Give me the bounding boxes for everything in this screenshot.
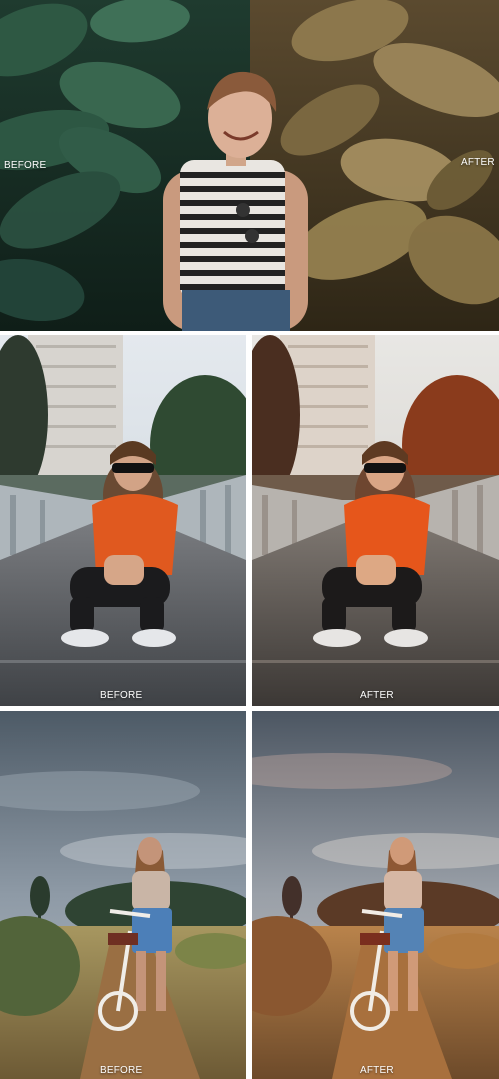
after-label: AFTER [360, 690, 394, 701]
comparison-photo-woman-street-after: AFTER [252, 335, 499, 706]
before-label: BEFORE [4, 160, 47, 171]
before-label: BEFORE [100, 1065, 143, 1076]
woman-street-before-image [0, 335, 246, 706]
comparison-photo-woman-plants: BEFORE AFTER [0, 0, 499, 331]
woman-plants-image [0, 0, 499, 331]
after-label: AFTER [360, 1065, 394, 1076]
before-label: BEFORE [100, 690, 143, 701]
comparison-photo-woman-street-before: BEFORE [0, 335, 246, 706]
comparison-photo-woman-bicycle-after: AFTER [252, 711, 499, 1079]
woman-bicycle-before-image [0, 711, 246, 1079]
after-label: AFTER [461, 157, 495, 168]
comparison-photo-woman-bicycle-before: BEFORE [0, 711, 246, 1079]
woman-street-after-image [252, 335, 499, 706]
woman-bicycle-after-image [252, 711, 499, 1079]
